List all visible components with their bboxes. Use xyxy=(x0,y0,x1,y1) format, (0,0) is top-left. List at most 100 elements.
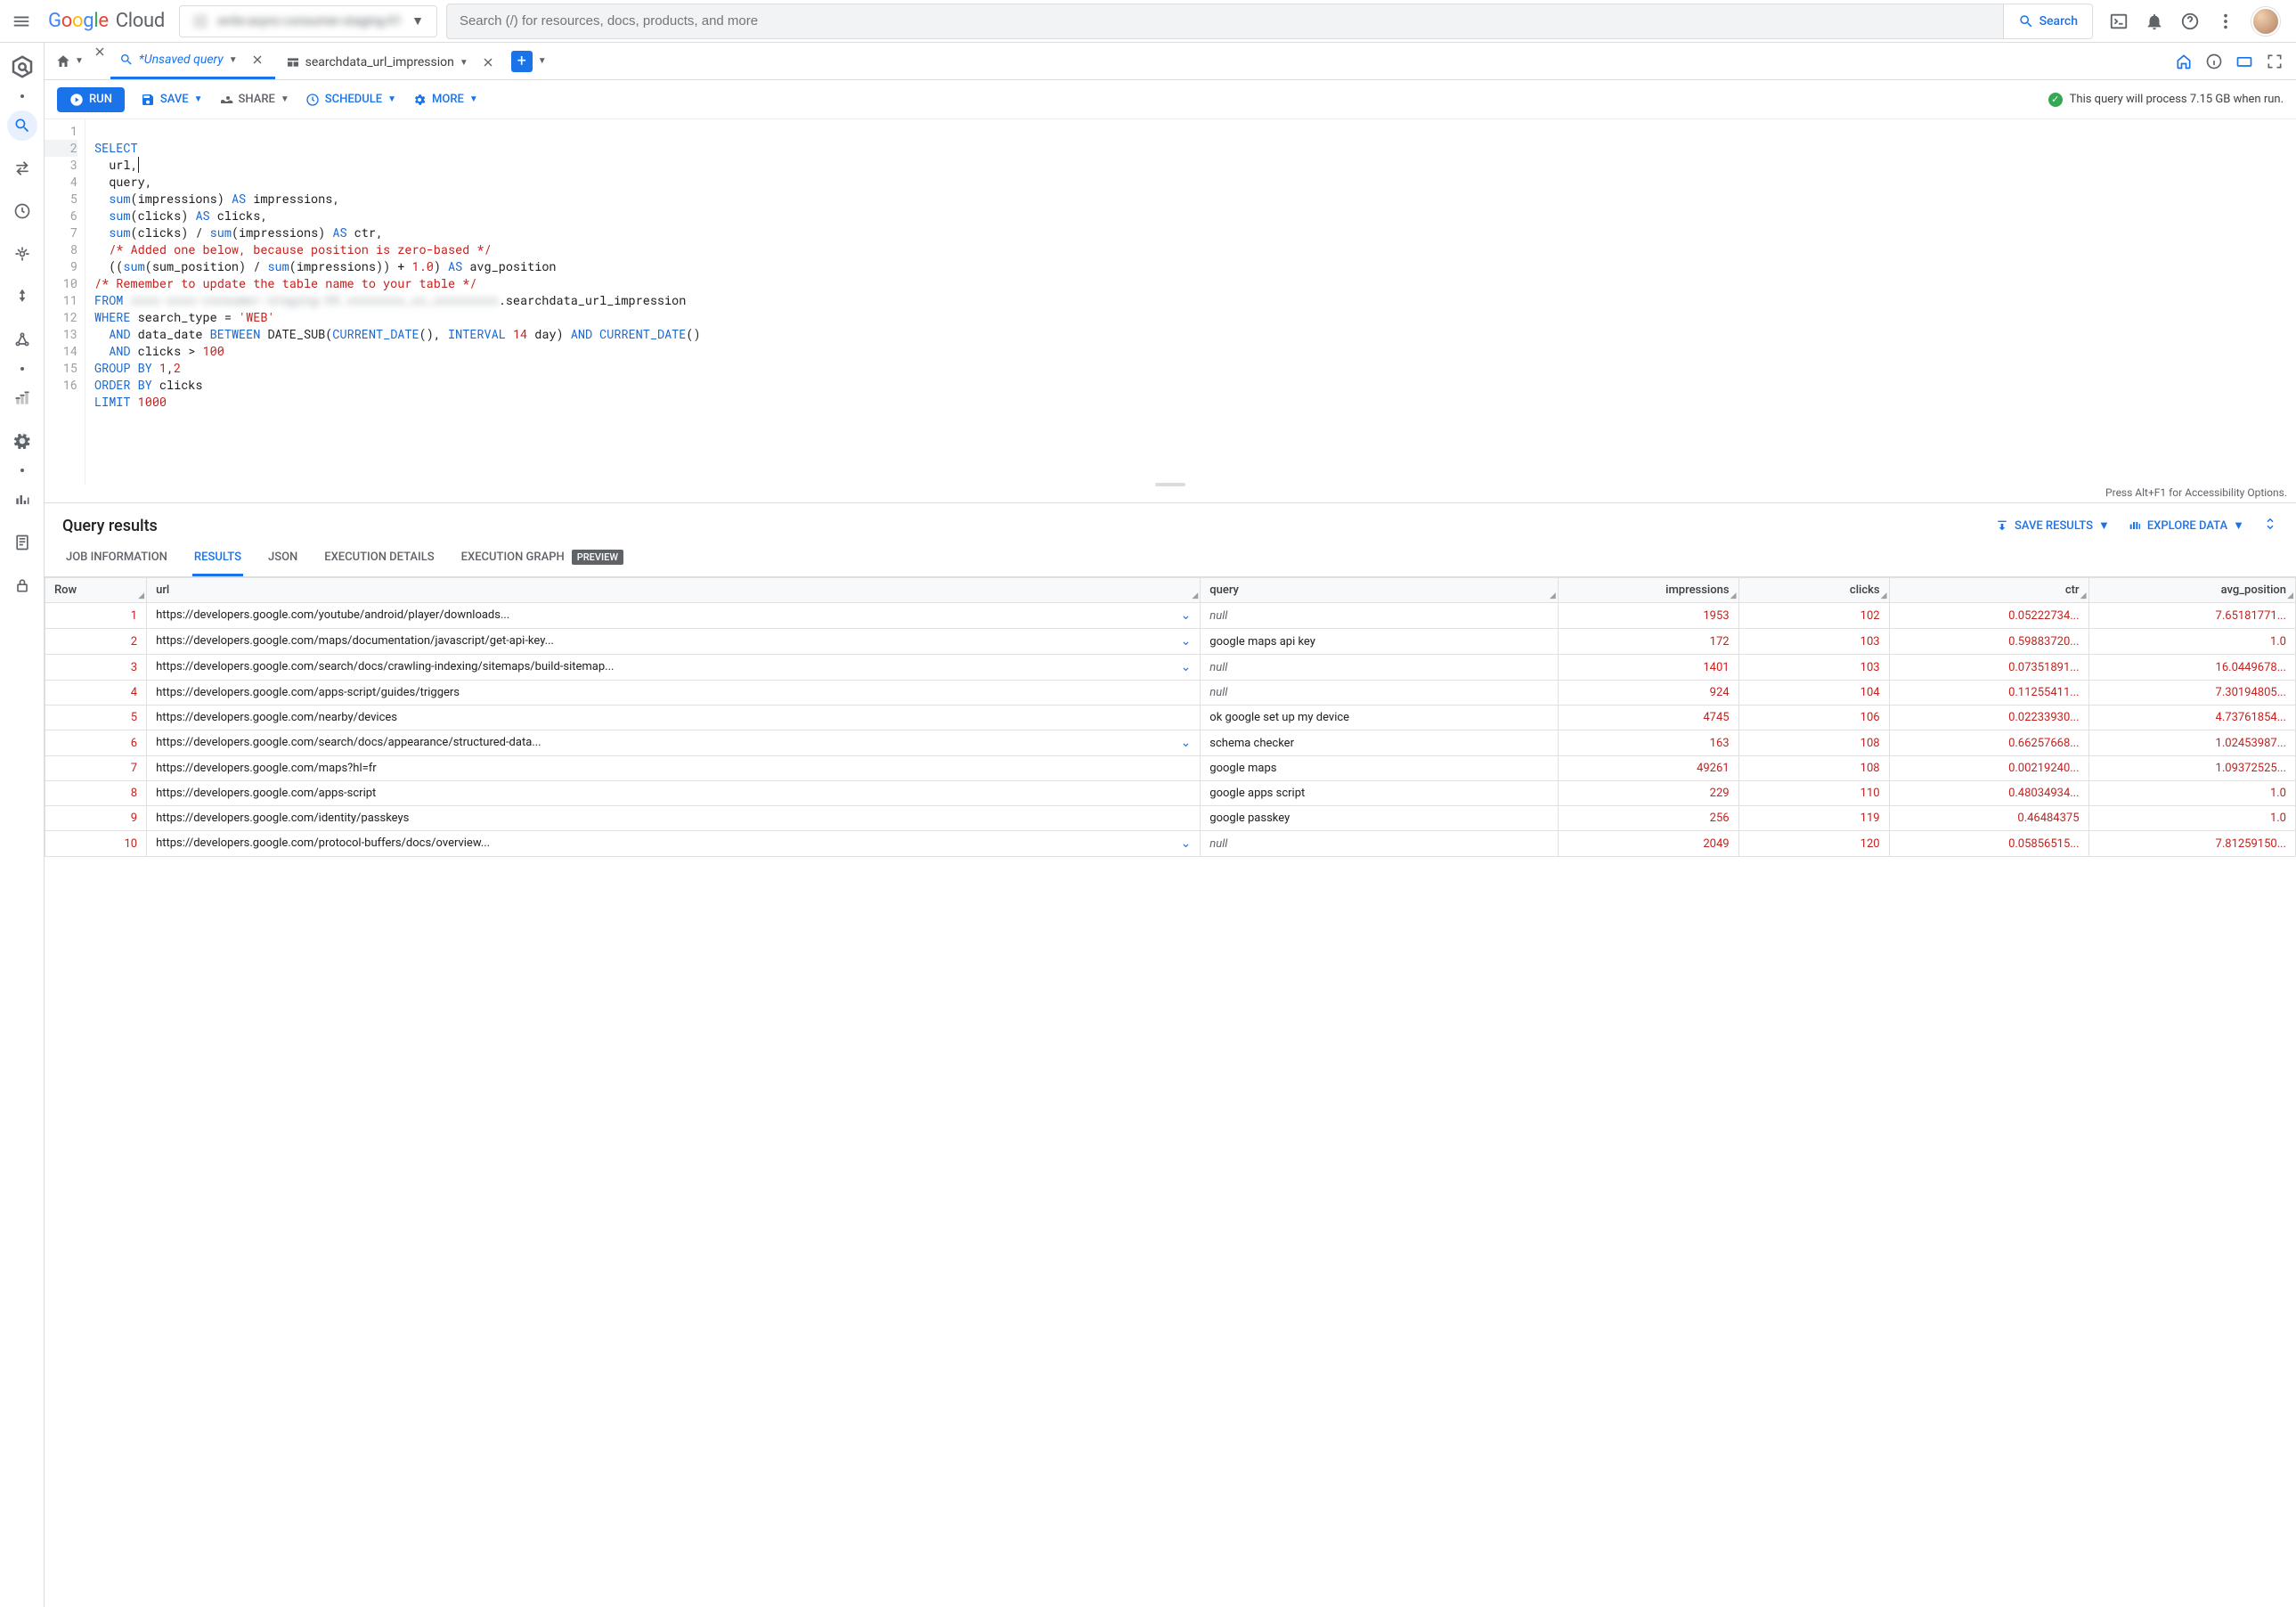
cell-query: null xyxy=(1201,681,1558,706)
rail-scheduled-queries-icon[interactable] xyxy=(7,196,37,226)
sql-editor[interactable]: 12345678 910111213141516 SELECT url, que… xyxy=(45,119,2296,485)
expand-collapse-icon[interactable] xyxy=(2262,516,2278,535)
save-button[interactable]: SAVE ▼ xyxy=(141,93,203,107)
cell-clicks: 103 xyxy=(1738,655,1889,681)
cloud-word: Cloud xyxy=(116,10,165,32)
help-icon[interactable] xyxy=(2180,12,2200,31)
cell-query: schema checker xyxy=(1201,730,1558,756)
rail-settings-icon[interactable] xyxy=(7,426,37,456)
tab-home[interactable]: ▼ xyxy=(50,43,89,79)
cell-clicks: 106 xyxy=(1738,706,1889,730)
tab-table-searchdata[interactable]: searchdata_url_impression ▼ xyxy=(277,43,506,79)
table-row: 4https://developers.google.com/apps-scri… xyxy=(45,681,2296,706)
table-row: 3https://developers.google.com/search/do… xyxy=(45,655,2296,681)
table-row: 1https://developers.google.com/youtube/a… xyxy=(45,603,2296,629)
search-input[interactable] xyxy=(447,4,2003,38)
search-button[interactable]: Search xyxy=(2003,4,2092,38)
code-area[interactable]: SELECT url, query, sum(impressions) AS i… xyxy=(85,119,2296,485)
results-tab-job-info[interactable]: JOB INFORMATION xyxy=(64,541,169,576)
run-button[interactable]: RUN xyxy=(57,87,125,112)
expand-row-icon[interactable]: ⌄ xyxy=(1168,634,1192,649)
close-tab-table[interactable] xyxy=(479,53,497,71)
cell-avg-position: 1.0 xyxy=(2088,781,2295,806)
notifications-icon[interactable] xyxy=(2145,12,2164,31)
explore-data-label: EXPLORE DATA xyxy=(2147,519,2227,533)
col-clicks[interactable]: clicks◢ xyxy=(1738,578,1889,603)
col-url[interactable]: url◢ xyxy=(147,578,1201,603)
project-selector[interactable]: write-async-consumer-staging-01 ▼ xyxy=(179,5,437,37)
results-grid-wrap[interactable]: Row◢ url◢ query◢ impressions◢ clicks◢ ct… xyxy=(45,577,2296,1607)
global-search: Search xyxy=(446,4,2093,39)
expand-row-icon[interactable]: ⌄ xyxy=(1168,608,1192,623)
cell-avg-position: 1.02453987... xyxy=(2088,730,2295,756)
cell-avg-position: 7.30194805... xyxy=(2088,681,2295,706)
results-tab-exec-graph[interactable]: EXECUTION GRAPH PREVIEW xyxy=(460,541,625,576)
save-results-button[interactable]: SAVE RESULTS ▼ xyxy=(1995,518,2110,533)
rail-lock-icon[interactable] xyxy=(7,570,37,600)
keyboard-icon[interactable] xyxy=(2235,53,2253,70)
col-row[interactable]: Row◢ xyxy=(45,578,147,603)
project-name: write-async-consumer-staging-01 xyxy=(217,14,402,29)
cell-clicks: 102 xyxy=(1738,603,1889,629)
expand-row-icon[interactable]: ⌄ xyxy=(1168,660,1192,674)
cell-ctr: 0.59883720... xyxy=(1889,629,2088,655)
new-tab-button[interactable]: + xyxy=(511,51,533,72)
rail-sql-workspace-icon[interactable] xyxy=(7,110,37,141)
results-tab-results[interactable]: RESULTS xyxy=(192,541,243,576)
save-results-label: SAVE RESULTS xyxy=(2015,519,2093,533)
bigquery-logo-icon[interactable] xyxy=(7,52,37,82)
new-tab-menu-icon[interactable]: ▼ xyxy=(538,56,547,66)
cell-avg-position: 1.09372525... xyxy=(2088,756,2295,781)
info-outline-icon[interactable] xyxy=(2205,53,2223,70)
cell-url: https://developers.google.com/apps-scrip… xyxy=(147,681,1201,706)
rail-monitoring-icon[interactable] xyxy=(7,485,37,515)
results-tab-json[interactable]: JSON xyxy=(266,541,299,576)
cell-ctr: 0.05856515... xyxy=(1889,831,2088,857)
cell-url: https://developers.google.com/identity/p… xyxy=(147,806,1201,831)
table-row: 10https://developers.google.com/protocol… xyxy=(45,831,2296,857)
results-tab-exec-details[interactable]: EXECUTION DETAILS xyxy=(322,541,436,576)
col-ctr[interactable]: ctr◢ xyxy=(1889,578,2088,603)
expand-row-icon[interactable]: ⌄ xyxy=(1168,836,1192,851)
rail-dataform-icon[interactable] xyxy=(7,281,37,312)
chevron-down-icon: ▼ xyxy=(75,56,84,66)
col-impressions[interactable]: impressions◢ xyxy=(1558,578,1738,603)
chevron-down-icon: ▼ xyxy=(2098,518,2110,533)
rail-capacity-icon[interactable] xyxy=(7,383,37,413)
rail-data-transfer-icon[interactable] xyxy=(7,153,37,184)
hamburger-menu-icon[interactable] xyxy=(9,9,34,34)
cell-row-number: 4 xyxy=(45,681,147,706)
more-button[interactable]: MORE ▼ xyxy=(412,93,478,107)
rail-analytics-hub-icon[interactable] xyxy=(7,239,37,269)
cloud-shell-icon[interactable] xyxy=(2109,12,2129,31)
table-row: 5https://developers.google.com/nearby/de… xyxy=(45,706,2296,730)
home-outline-icon[interactable] xyxy=(2175,53,2193,70)
cell-impressions: 2049 xyxy=(1558,831,1738,857)
share-button[interactable]: SHARE ▼ xyxy=(219,93,289,107)
more-vert-icon[interactable] xyxy=(2216,12,2235,31)
schedule-button[interactable]: SCHEDULE ▼ xyxy=(305,93,396,107)
google-cloud-logo[interactable]: Google Cloud xyxy=(43,10,170,32)
tab-unsaved-query[interactable]: *Unsaved query ▼ xyxy=(110,43,275,79)
col-query[interactable]: query◢ xyxy=(1201,578,1558,603)
rail-separator-dot-3 xyxy=(20,469,24,472)
tab-unsaved-label: *Unsaved query xyxy=(139,53,224,67)
expand-row-icon[interactable]: ⌄ xyxy=(1168,736,1192,750)
cell-clicks: 103 xyxy=(1738,629,1889,655)
col-avg-position[interactable]: avg_position◢ xyxy=(2088,578,2295,603)
chevron-down-icon: ▼ xyxy=(2233,518,2244,533)
cell-avg-position: 1.0 xyxy=(2088,629,2295,655)
user-avatar[interactable] xyxy=(2251,7,2280,36)
fullscreen-icon[interactable] xyxy=(2266,53,2284,70)
cell-url: https://developers.google.com/maps?hl=fr xyxy=(147,756,1201,781)
rail-bi-engine-icon[interactable] xyxy=(7,324,37,355)
pane-drag-handle[interactable] xyxy=(1155,483,1185,486)
cell-url: https://developers.google.com/maps/docum… xyxy=(147,629,1201,655)
close-tab-unsaved[interactable] xyxy=(248,51,266,69)
rail-policy-icon[interactable] xyxy=(7,527,37,558)
close-tab-home[interactable] xyxy=(91,43,109,61)
cell-url: https://developers.google.com/apps-scrip… xyxy=(147,781,1201,806)
explore-data-button[interactable]: EXPLORE DATA ▼ xyxy=(2128,518,2244,533)
cell-ctr: 0.00219240... xyxy=(1889,756,2088,781)
table-row: 9https://developers.google.com/identity/… xyxy=(45,806,2296,831)
